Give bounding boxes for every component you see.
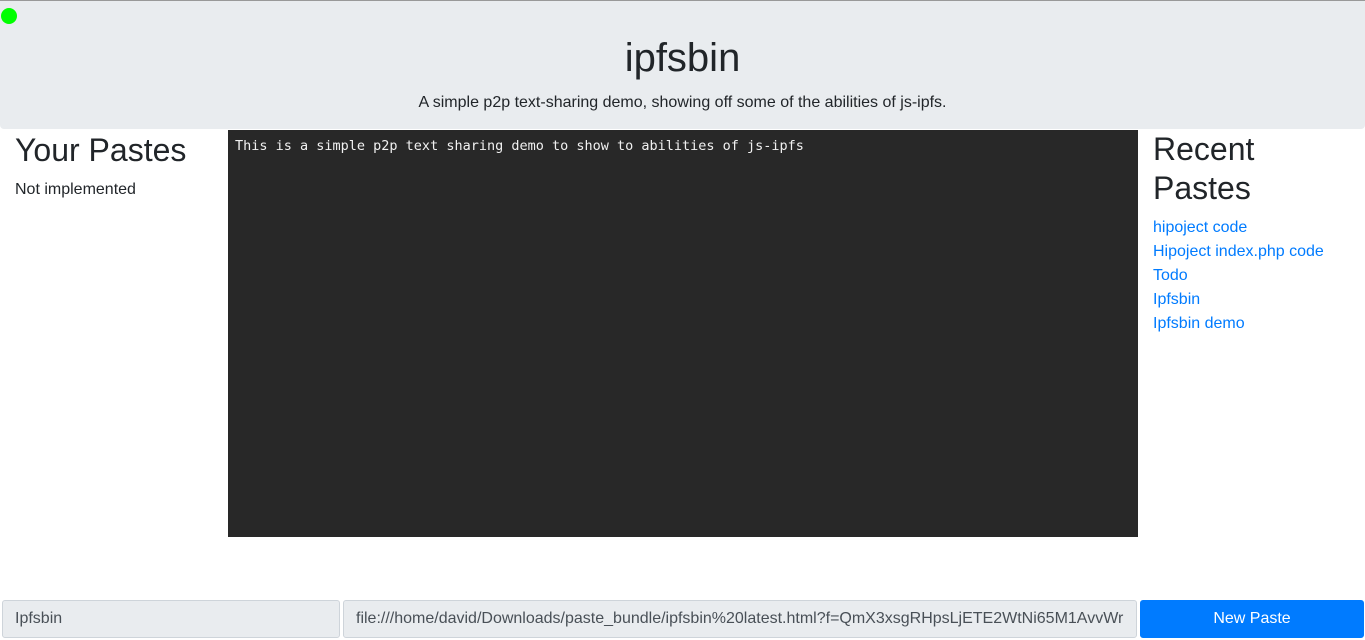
paste-title-input[interactable] [2, 600, 340, 638]
recent-paste-link[interactable]: Ipfsbin demo [1153, 315, 1245, 332]
recent-paste-link[interactable]: hipoject code [1153, 219, 1247, 236]
list-item: hipoject code [1153, 216, 1353, 240]
recent-pastes-heading: Recent Pastes [1153, 131, 1255, 206]
list-item: Hipoject index.php code [1153, 240, 1353, 264]
bottom-toolbar: New Paste [0, 600, 1365, 638]
paste-url-field[interactable] [343, 600, 1137, 638]
recent-paste-link[interactable]: Hipoject index.php code [1153, 243, 1324, 260]
page-subtitle: A simple p2p text-sharing demo, showing … [418, 94, 947, 111]
header-jumbotron: ipfsbin A simple p2p text-sharing demo, … [0, 1, 1365, 129]
page-title: ipfsbin [624, 36, 741, 80]
recent-paste-link[interactable]: Ipfsbin [1153, 291, 1200, 308]
recent-pastes-panel: Recent Pastes hipoject code Hipoject ind… [1153, 128, 1353, 336]
connection-status-indicator [1, 8, 17, 24]
your-pastes-heading: Your Pastes [15, 132, 187, 168]
list-item: Ipfsbin demo [1153, 312, 1353, 336]
your-pastes-panel: Your Pastes Not implemented [15, 128, 215, 200]
your-pastes-message: Not implemented [15, 181, 136, 198]
new-paste-button[interactable]: New Paste [1140, 600, 1364, 638]
paste-editor[interactable]: This is a simple p2p text sharing demo t… [228, 130, 1138, 537]
list-item: Todo [1153, 264, 1353, 288]
recent-pastes-list: hipoject code Hipoject index.php code To… [1153, 216, 1353, 336]
recent-paste-link[interactable]: Todo [1153, 267, 1188, 284]
list-item: Ipfsbin [1153, 288, 1353, 312]
